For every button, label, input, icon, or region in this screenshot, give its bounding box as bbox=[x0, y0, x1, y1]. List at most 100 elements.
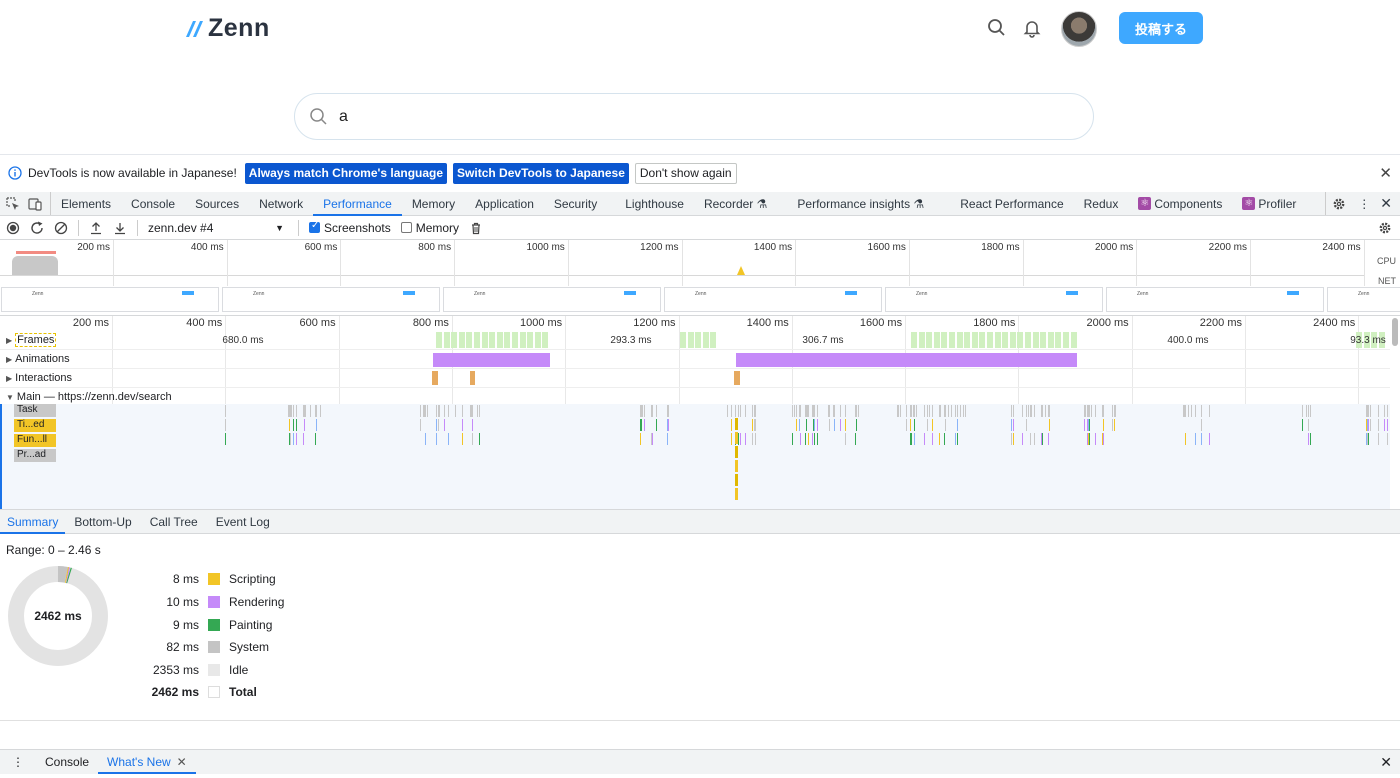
frame-block[interactable] bbox=[1032, 332, 1040, 348]
flame-event[interactable] bbox=[926, 419, 928, 431]
frame-block[interactable] bbox=[436, 332, 443, 348]
flame-event[interactable] bbox=[1027, 405, 1029, 417]
flame-event[interactable] bbox=[928, 405, 930, 417]
frame-block[interactable] bbox=[987, 332, 994, 348]
inspect-element-icon[interactable] bbox=[0, 192, 24, 215]
flame-event[interactable] bbox=[950, 405, 952, 417]
main-label[interactable]: ▼ Main — https://zenn.dev/search bbox=[6, 391, 172, 403]
record-icon[interactable] bbox=[6, 221, 20, 235]
tab-react-performance[interactable]: React Performance bbox=[934, 192, 1073, 215]
flame-event[interactable] bbox=[1195, 405, 1197, 417]
animation-bar[interactable] bbox=[433, 353, 550, 367]
flame-event[interactable] bbox=[1386, 405, 1388, 417]
function-call-chip[interactable]: Fun...ll bbox=[14, 434, 56, 447]
frame-block[interactable] bbox=[964, 332, 972, 348]
flame-event[interactable] bbox=[798, 419, 800, 431]
flame-event[interactable] bbox=[1378, 433, 1380, 445]
flame-event[interactable] bbox=[667, 433, 669, 445]
flame-event[interactable] bbox=[913, 405, 915, 417]
frame-block[interactable] bbox=[504, 332, 512, 348]
flame-event[interactable] bbox=[1370, 405, 1372, 417]
flame-event[interactable] bbox=[912, 405, 914, 417]
frame-block[interactable] bbox=[911, 332, 918, 348]
flame-event[interactable] bbox=[1184, 433, 1186, 445]
flame-event[interactable] bbox=[735, 446, 738, 458]
flame-event[interactable] bbox=[740, 405, 742, 417]
flame-event[interactable] bbox=[959, 405, 961, 417]
flame-event[interactable] bbox=[1370, 419, 1372, 431]
frame-block[interactable] bbox=[680, 332, 687, 348]
drawer-tab-whats-new[interactable]: What's New ✕ bbox=[98, 750, 196, 774]
flame-event[interactable] bbox=[738, 433, 740, 445]
animations-label[interactable]: ▶ Animations bbox=[6, 353, 70, 365]
frame-block[interactable] bbox=[519, 332, 527, 348]
flame-event[interactable] bbox=[965, 405, 967, 417]
flame-event[interactable] bbox=[923, 405, 925, 417]
screenshot-thumbnail[interactable]: Zenn bbox=[222, 287, 440, 312]
screenshot-thumbnail[interactable]: Zenn bbox=[443, 287, 661, 312]
close-devtools-icon[interactable]: ✕ bbox=[1376, 192, 1400, 215]
frame-block[interactable] bbox=[971, 332, 979, 348]
frame-block[interactable] bbox=[466, 332, 474, 348]
flame-event[interactable] bbox=[1111, 405, 1113, 417]
flame-event[interactable] bbox=[910, 419, 912, 431]
frame-block[interactable] bbox=[710, 332, 718, 348]
screenshot-thumbnail[interactable]: Zenn bbox=[1106, 287, 1324, 312]
tab-performance[interactable]: Performance bbox=[313, 192, 402, 216]
flame-event[interactable] bbox=[656, 419, 658, 431]
flame-event[interactable] bbox=[753, 405, 755, 417]
flame-event[interactable] bbox=[1088, 419, 1090, 431]
tab-performance-insights[interactable]: Performance insights ⚗ bbox=[777, 192, 934, 215]
interactions-label[interactable]: ▶ Interactions bbox=[6, 372, 72, 384]
flame-event[interactable] bbox=[1090, 405, 1092, 417]
frame-block[interactable] bbox=[527, 332, 535, 348]
animation-bar[interactable] bbox=[736, 353, 1077, 367]
flame-event[interactable] bbox=[914, 433, 916, 445]
flame-event[interactable] bbox=[906, 405, 908, 417]
flame-event[interactable] bbox=[833, 419, 835, 431]
flame-event[interactable] bbox=[923, 433, 925, 445]
flame-event[interactable] bbox=[439, 405, 441, 417]
frame-block[interactable] bbox=[1055, 332, 1063, 348]
tab-lighthouse[interactable]: Lighthouse bbox=[607, 192, 694, 215]
flame-event[interactable] bbox=[1383, 405, 1385, 417]
flame-event[interactable] bbox=[435, 405, 437, 417]
flame-event[interactable] bbox=[1010, 419, 1012, 431]
flame-event[interactable] bbox=[667, 405, 669, 417]
flame-event[interactable] bbox=[224, 419, 226, 431]
flame-event[interactable] bbox=[1367, 433, 1369, 445]
flame-event[interactable] bbox=[448, 405, 450, 417]
flame-event[interactable] bbox=[640, 405, 642, 417]
flame-event[interactable] bbox=[926, 405, 928, 417]
flame-event[interactable] bbox=[744, 433, 746, 445]
flame-event[interactable] bbox=[738, 405, 740, 417]
animations-track[interactable]: ▶ Animations bbox=[0, 350, 1390, 369]
flame-event[interactable] bbox=[289, 405, 291, 417]
flame-event[interactable] bbox=[744, 405, 746, 417]
flame-event[interactable] bbox=[754, 419, 756, 431]
frame-block[interactable] bbox=[1040, 332, 1048, 348]
flame-event[interactable] bbox=[845, 405, 847, 417]
checkbox-checked[interactable] bbox=[309, 220, 320, 233]
drawer-menu-icon[interactable]: ⋮ bbox=[0, 750, 36, 774]
flame-event[interactable] bbox=[1208, 433, 1210, 445]
flame-event[interactable] bbox=[423, 405, 425, 417]
flame-event[interactable] bbox=[303, 433, 305, 445]
flame-event[interactable] bbox=[315, 419, 317, 431]
flame-event[interactable] bbox=[1029, 433, 1031, 445]
screenshots-checkbox[interactable]: Screenshots bbox=[309, 220, 391, 235]
flame-event[interactable] bbox=[955, 433, 957, 445]
flame-event[interactable] bbox=[910, 405, 912, 417]
flame-event[interactable] bbox=[806, 419, 808, 431]
flame-event[interactable] bbox=[799, 433, 801, 445]
flame-event[interactable] bbox=[814, 405, 816, 417]
flame-event[interactable] bbox=[1378, 405, 1380, 417]
checkbox-unchecked[interactable] bbox=[400, 222, 412, 233]
tab-redux[interactable]: Redux bbox=[1074, 192, 1129, 215]
flame-event[interactable] bbox=[471, 433, 473, 445]
flame-event[interactable] bbox=[1033, 405, 1035, 417]
flame-event[interactable] bbox=[839, 405, 841, 417]
flame-event[interactable] bbox=[957, 433, 959, 445]
flame-event[interactable] bbox=[854, 405, 856, 417]
tab-event-log[interactable]: Event Log bbox=[207, 510, 279, 533]
